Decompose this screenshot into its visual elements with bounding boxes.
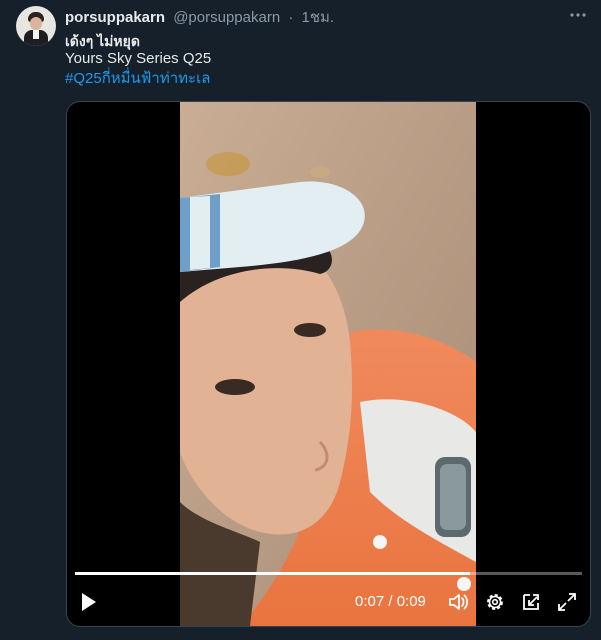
- fullscreen-icon[interactable]: [556, 590, 578, 614]
- picture-in-picture-icon[interactable]: [520, 590, 542, 614]
- video-controls: 0:07 / 0:09: [67, 582, 590, 622]
- more-horizontal-icon[interactable]: [566, 6, 590, 26]
- avatar-collar: [33, 30, 39, 39]
- avatar[interactable]: [16, 6, 56, 46]
- avatar-face: [30, 17, 42, 30]
- volume-icon[interactable]: [447, 590, 469, 614]
- display-name[interactable]: porsuppakarn: [65, 9, 165, 26]
- progress-bar[interactable]: [75, 572, 582, 575]
- hashtag-link[interactable]: #Q25กี่หมื่นฟ้าท่าทะเล: [65, 69, 210, 89]
- video-player[interactable]: 0:07 / 0:09: [66, 101, 591, 627]
- separator-dot: ·: [288, 9, 294, 26]
- user-handle[interactable]: @porsuppakarn: [173, 9, 280, 26]
- tweet-text-line-1: เด้งๆ ไม่หยุด: [65, 33, 140, 49]
- progress-fill: [75, 572, 471, 575]
- tweet-text-line-2: Yours Sky Series Q25: [65, 50, 212, 67]
- settings-icon[interactable]: [484, 590, 506, 614]
- timestamp[interactable]: 1ชม.: [302, 9, 335, 26]
- tweet: porsuppakarn @porsuppakarn · 1ชม. เด้งๆ …: [0, 0, 601, 640]
- play-icon[interactable]: [79, 590, 99, 614]
- video-timecode: 0:07 / 0:09: [355, 593, 426, 610]
- tweet-header: porsuppakarn @porsuppakarn · 1ชม.: [65, 8, 334, 28]
- video-frame[interactable]: [180, 102, 476, 626]
